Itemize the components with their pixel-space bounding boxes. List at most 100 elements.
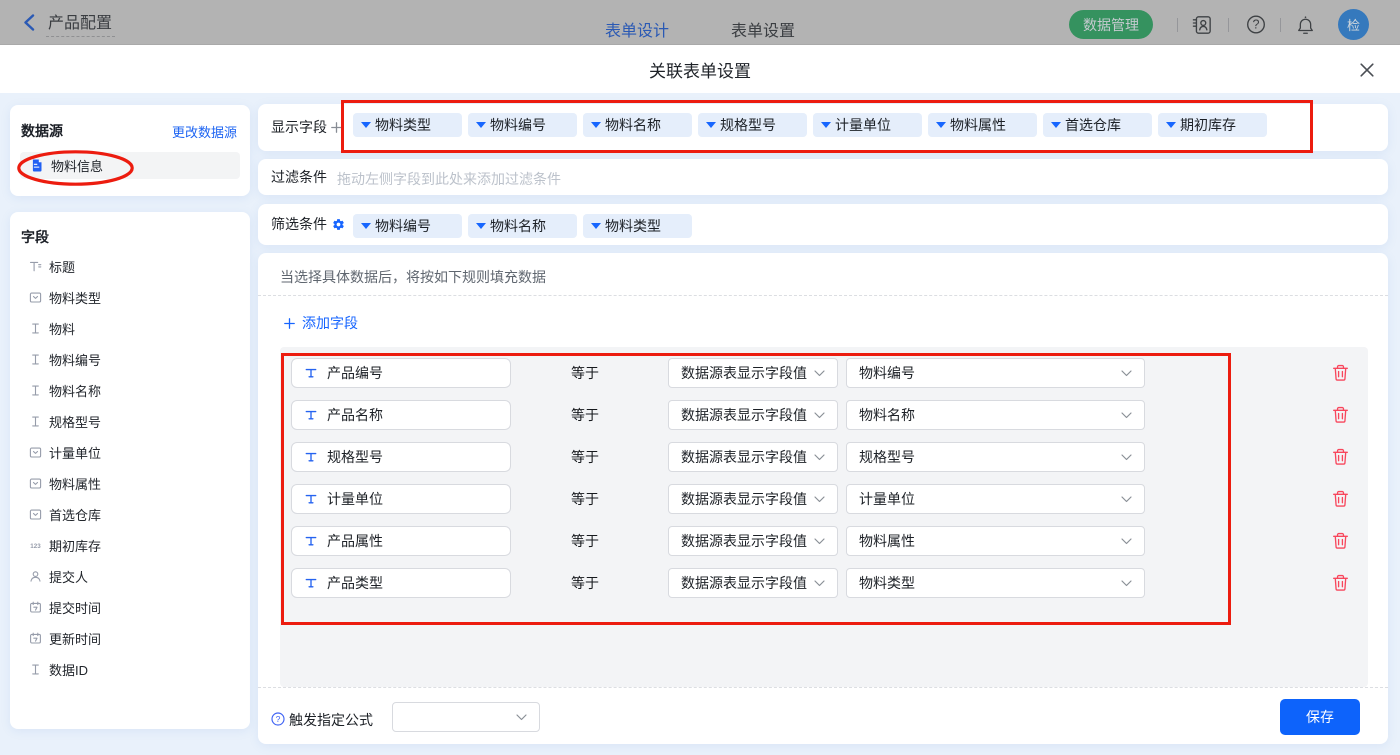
text-field-icon: [29, 415, 42, 428]
divider: [1280, 18, 1281, 32]
field-item-submit-time[interactable]: 提交时间: [21, 592, 239, 623]
rule-source-type-select[interactable]: 数据源表显示字段值: [668, 484, 838, 514]
trash-icon[interactable]: [1332, 490, 1349, 508]
close-icon[interactable]: [1360, 63, 1374, 77]
rule-source-field-select[interactable]: 物料属性: [846, 526, 1145, 556]
rule-row-unit: 计量单位 等于 数据源表显示字段值 计量单位: [280, 484, 1368, 514]
field-item-material-attr[interactable]: 物料属性: [21, 468, 239, 499]
rule-source-type-select[interactable]: 数据源表显示字段值: [668, 358, 838, 388]
field-item-label: 更新时间: [49, 629, 101, 648]
avatar[interactable]: 检: [1338, 9, 1369, 40]
formula-select[interactable]: [392, 702, 540, 732]
display-tag-material-code[interactable]: 物料编号: [468, 113, 577, 137]
display-tag-material-type[interactable]: 物料类型: [353, 113, 462, 137]
datasource-item[interactable]: 物料信息: [20, 152, 240, 179]
screen-tag-material-code[interactable]: 物料编号: [353, 214, 462, 238]
rule-source-type-select[interactable]: 数据源表显示字段值: [668, 400, 838, 430]
help-icon[interactable]: ?: [1246, 14, 1266, 34]
field-item-label: 物料: [49, 319, 75, 338]
field-item-update-time[interactable]: 更新时间: [21, 623, 239, 654]
rule-source-field-select[interactable]: 规格型号: [846, 442, 1145, 472]
value-label: 产品名称: [327, 405, 383, 425]
rule-source-field-select[interactable]: 物料类型: [846, 568, 1145, 598]
field-item-data-id[interactable]: 数据ID: [21, 654, 239, 685]
chevron-down-icon: [1121, 406, 1132, 424]
formula-help-icon[interactable]: ?: [271, 712, 285, 726]
rule-source-type-select[interactable]: 数据源表显示字段值: [668, 568, 838, 598]
data-manage-button[interactable]: 数据管理: [1069, 10, 1153, 39]
rule-target-field-product-attr[interactable]: 产品属性: [291, 526, 511, 556]
rule-source-type-select[interactable]: 数据源表显示字段值: [668, 526, 838, 556]
chevron-down-icon: [814, 364, 825, 382]
value-label: 计量单位: [327, 489, 383, 509]
add-field-link[interactable]: 添加字段: [284, 313, 358, 333]
field-item-submitter[interactable]: 提交人: [21, 561, 239, 592]
add-display-field-icon[interactable]: [331, 122, 342, 133]
tag-label: 物料属性: [950, 115, 1006, 135]
rule-row-product-attr: 产品属性 等于 数据源表显示字段值 物料属性: [280, 526, 1368, 556]
filter-placeholder[interactable]: 拖动左侧字段到此处来添加过滤条件: [337, 169, 561, 189]
display-tag-initial-stock[interactable]: 期初库存: [1158, 113, 1267, 137]
tag-label: 物料类型: [605, 216, 661, 236]
fill-rules-card: 当选择具体数据后，将按如下规则填充数据 添加字段 产品编号 等于 数据源表显示字…: [258, 253, 1388, 744]
field-item-material[interactable]: 物料: [21, 313, 239, 344]
field-item-spec-model[interactable]: 规格型号: [21, 406, 239, 437]
rule-source-field-select[interactable]: 计量单位: [846, 484, 1145, 514]
rule-source-field-select[interactable]: 物料编号: [846, 358, 1145, 388]
gear-icon[interactable]: [332, 218, 345, 231]
caret-down-icon: [361, 122, 371, 128]
text-field-icon: [305, 451, 317, 463]
field-item-material-type[interactable]: 物料类型: [21, 282, 239, 313]
trash-icon[interactable]: [1332, 364, 1349, 382]
bell-icon[interactable]: [1295, 15, 1315, 35]
tag-label: 首选仓库: [1065, 115, 1121, 135]
rule-source-type-select[interactable]: 数据源表显示字段值: [668, 442, 838, 472]
display-tag-unit[interactable]: 计量单位: [813, 113, 922, 137]
rule-operator: 等于: [545, 358, 625, 388]
tag-label: 物料编号: [490, 115, 546, 135]
formula-label: 触发指定公式: [289, 710, 373, 730]
screen-condition-label: 筛选条件: [271, 214, 327, 234]
field-item-label: 物料属性: [49, 474, 101, 493]
value-label: 数据源表显示字段值: [681, 363, 807, 383]
display-tag-material-name[interactable]: 物料名称: [583, 113, 692, 137]
rule-target-field-product-type[interactable]: 产品类型: [291, 568, 511, 598]
screen-tag-material-type[interactable]: 物料类型: [583, 214, 692, 238]
rule-target-field-product-code[interactable]: 产品编号: [291, 358, 511, 388]
trash-icon[interactable]: [1332, 448, 1349, 466]
rule-target-field-spec-model[interactable]: 规格型号: [291, 442, 511, 472]
text-field-icon: [29, 322, 42, 335]
field-item-initial-stock[interactable]: 123期初库存: [21, 530, 239, 561]
screen-tag-material-name[interactable]: 物料名称: [468, 214, 577, 238]
field-item-label: 数据ID: [49, 660, 88, 679]
value-label: 数据源表显示字段值: [681, 405, 807, 425]
value-label: 产品属性: [327, 531, 383, 551]
display-tag-preferred-warehouse[interactable]: 首选仓库: [1043, 113, 1152, 137]
address-book-icon[interactable]: [1192, 15, 1212, 35]
text-field-icon: [305, 367, 317, 379]
display-tag-spec-model[interactable]: 规格型号: [698, 113, 807, 137]
trash-icon[interactable]: [1332, 406, 1349, 424]
field-item-material-name[interactable]: 物料名称: [21, 375, 239, 406]
form-doc-icon: [31, 159, 44, 172]
field-item-unit[interactable]: 计量单位: [21, 437, 239, 468]
value-label: 物料名称: [859, 405, 915, 425]
change-datasource-link[interactable]: 更改数据源: [172, 122, 237, 141]
rule-target-field-product-name[interactable]: 产品名称: [291, 400, 511, 430]
trash-icon[interactable]: [1332, 532, 1349, 550]
fields-list: 标题 物料类型 物料 物料编号 物料名称 规格型号 计量单位 物料属性 首选仓库…: [21, 251, 239, 685]
display-tag-material-attr[interactable]: 物料属性: [928, 113, 1037, 137]
field-item-title[interactable]: 标题: [21, 251, 239, 282]
caret-down-icon: [476, 223, 486, 229]
save-button[interactable]: 保存: [1280, 699, 1360, 735]
value-label: 产品编号: [327, 363, 383, 383]
caret-down-icon: [591, 122, 601, 128]
tag-label: 物料类型: [375, 115, 431, 135]
rule-target-field-unit[interactable]: 计量单位: [291, 484, 511, 514]
chevron-down-icon: [1121, 364, 1132, 382]
rule-source-field-select[interactable]: 物料名称: [846, 400, 1145, 430]
field-item-material-code[interactable]: 物料编号: [21, 344, 239, 375]
trash-icon[interactable]: [1332, 574, 1349, 592]
caret-down-icon: [361, 223, 371, 229]
field-item-preferred-warehouse[interactable]: 首选仓库: [21, 499, 239, 530]
